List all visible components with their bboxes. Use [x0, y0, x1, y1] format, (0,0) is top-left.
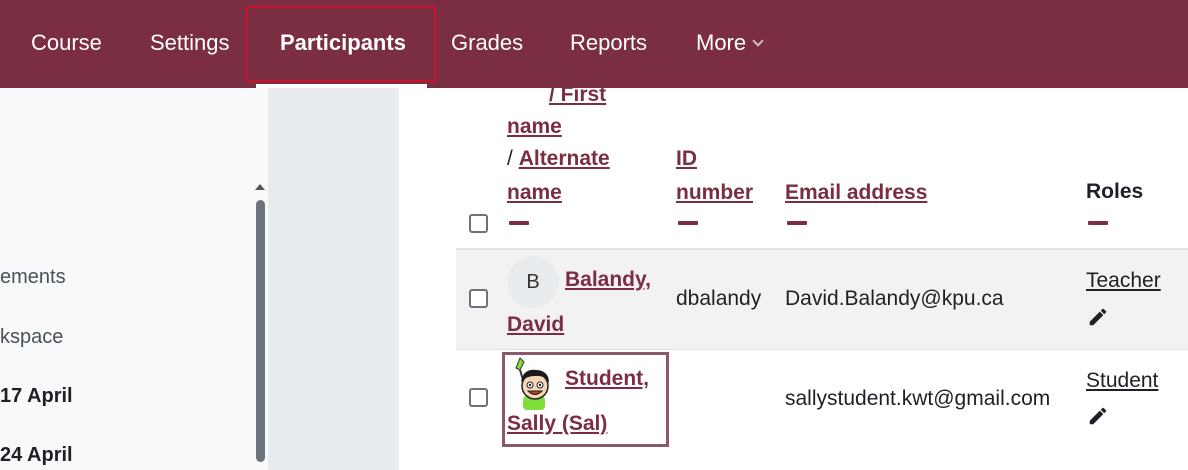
header-id-line: ID [676, 142, 697, 175]
sort-first-name-link[interactable]: / First [549, 88, 606, 106]
sort-alternate-name-link-2[interactable]: name [507, 181, 562, 204]
drawer-item-workspace[interactable]: kspace [0, 326, 63, 349]
nav-tab-settings[interactable]: Settings [150, 0, 230, 88]
row-select-checkbox[interactable] [469, 289, 488, 308]
name-column-collapse-icon[interactable] [509, 221, 529, 225]
cartoon-user-avatar-icon [515, 357, 549, 410]
header-first-name-line: / First [549, 88, 606, 111]
row-divider [456, 349, 1188, 350]
sort-id-number-link-2[interactable]: number [676, 181, 753, 204]
pencil-edit-icon[interactable] [1087, 306, 1109, 328]
drawer-item-24-april[interactable]: 24 April [0, 444, 73, 467]
header-alternate-name-line: name [507, 176, 562, 209]
participant-name-line-2: Sally (Sal) [507, 412, 607, 436]
participant-name-line-1: Balandy, [565, 268, 651, 292]
drawer-scrollbar[interactable] [256, 200, 265, 462]
nav-tab-course[interactable]: Course [31, 0, 102, 88]
sort-id-number-link[interactable]: ID [676, 147, 697, 170]
course-index-drawer: ements kspace 17 April 24 April [0, 88, 268, 470]
sort-email-link[interactable]: Email address [785, 181, 927, 204]
row-select-checkbox[interactable] [469, 388, 488, 407]
participant-email: sallystudent.kwt@gmail.com [785, 387, 1051, 410]
header-name-line: name [507, 110, 562, 143]
header-number-line: number [676, 176, 753, 209]
header-email-line: Email address [785, 176, 927, 209]
participant-name-line-1: Student, [565, 367, 649, 391]
participant-id-number: dbalandy [676, 287, 762, 310]
id-column-collapse-icon[interactable] [678, 221, 698, 225]
chevron-down-icon [752, 35, 764, 47]
select-all-checkbox[interactable] [469, 214, 488, 233]
header-slash: / [507, 147, 513, 170]
page-gutter [268, 88, 399, 470]
avatar: B [507, 256, 559, 308]
nav-tab-more[interactable]: More [696, 0, 764, 88]
nav-tab-reports[interactable]: Reports [570, 0, 647, 88]
header-alternate-line: / Alternate [507, 142, 610, 175]
drawer-item-17-april[interactable]: 17 April [0, 385, 73, 408]
pencil-edit-icon[interactable] [1087, 405, 1109, 427]
course-navigation-bar: Course Settings Participants Grades Repo… [0, 0, 1188, 88]
participant-name-link[interactable]: Balandy, [565, 268, 651, 291]
drawer-item-announcements[interactable]: ements [0, 266, 66, 289]
participant-name-link[interactable]: Student, [565, 367, 649, 390]
role-link[interactable]: Teacher [1086, 269, 1161, 292]
participants-table: / First name / Alternate name ID number … [399, 88, 1188, 470]
participant-email: David.Balandy@kpu.ca [785, 287, 1004, 310]
sort-alternate-name-link[interactable]: Alternate [519, 147, 610, 170]
participant-role: Student [1086, 369, 1158, 393]
nav-tab-grades[interactable]: Grades [451, 0, 523, 88]
email-column-collapse-icon[interactable] [787, 221, 807, 225]
participant-role: Teacher [1086, 269, 1161, 293]
header-roles: Roles [1086, 180, 1144, 203]
sort-first-name-link-2[interactable]: name [507, 115, 562, 138]
participant-name-line-2: David [507, 313, 564, 337]
roles-column-collapse-icon[interactable] [1088, 221, 1108, 225]
nav-tab-participants[interactable]: Participants [280, 0, 406, 88]
participant-name-link-2[interactable]: David [507, 313, 564, 336]
role-link[interactable]: Student [1086, 369, 1158, 392]
scroll-up-arrow-icon[interactable] [255, 184, 265, 190]
nav-more-label: More [696, 30, 747, 55]
participant-name-link-2[interactable]: Sally (Sal) [507, 412, 607, 435]
